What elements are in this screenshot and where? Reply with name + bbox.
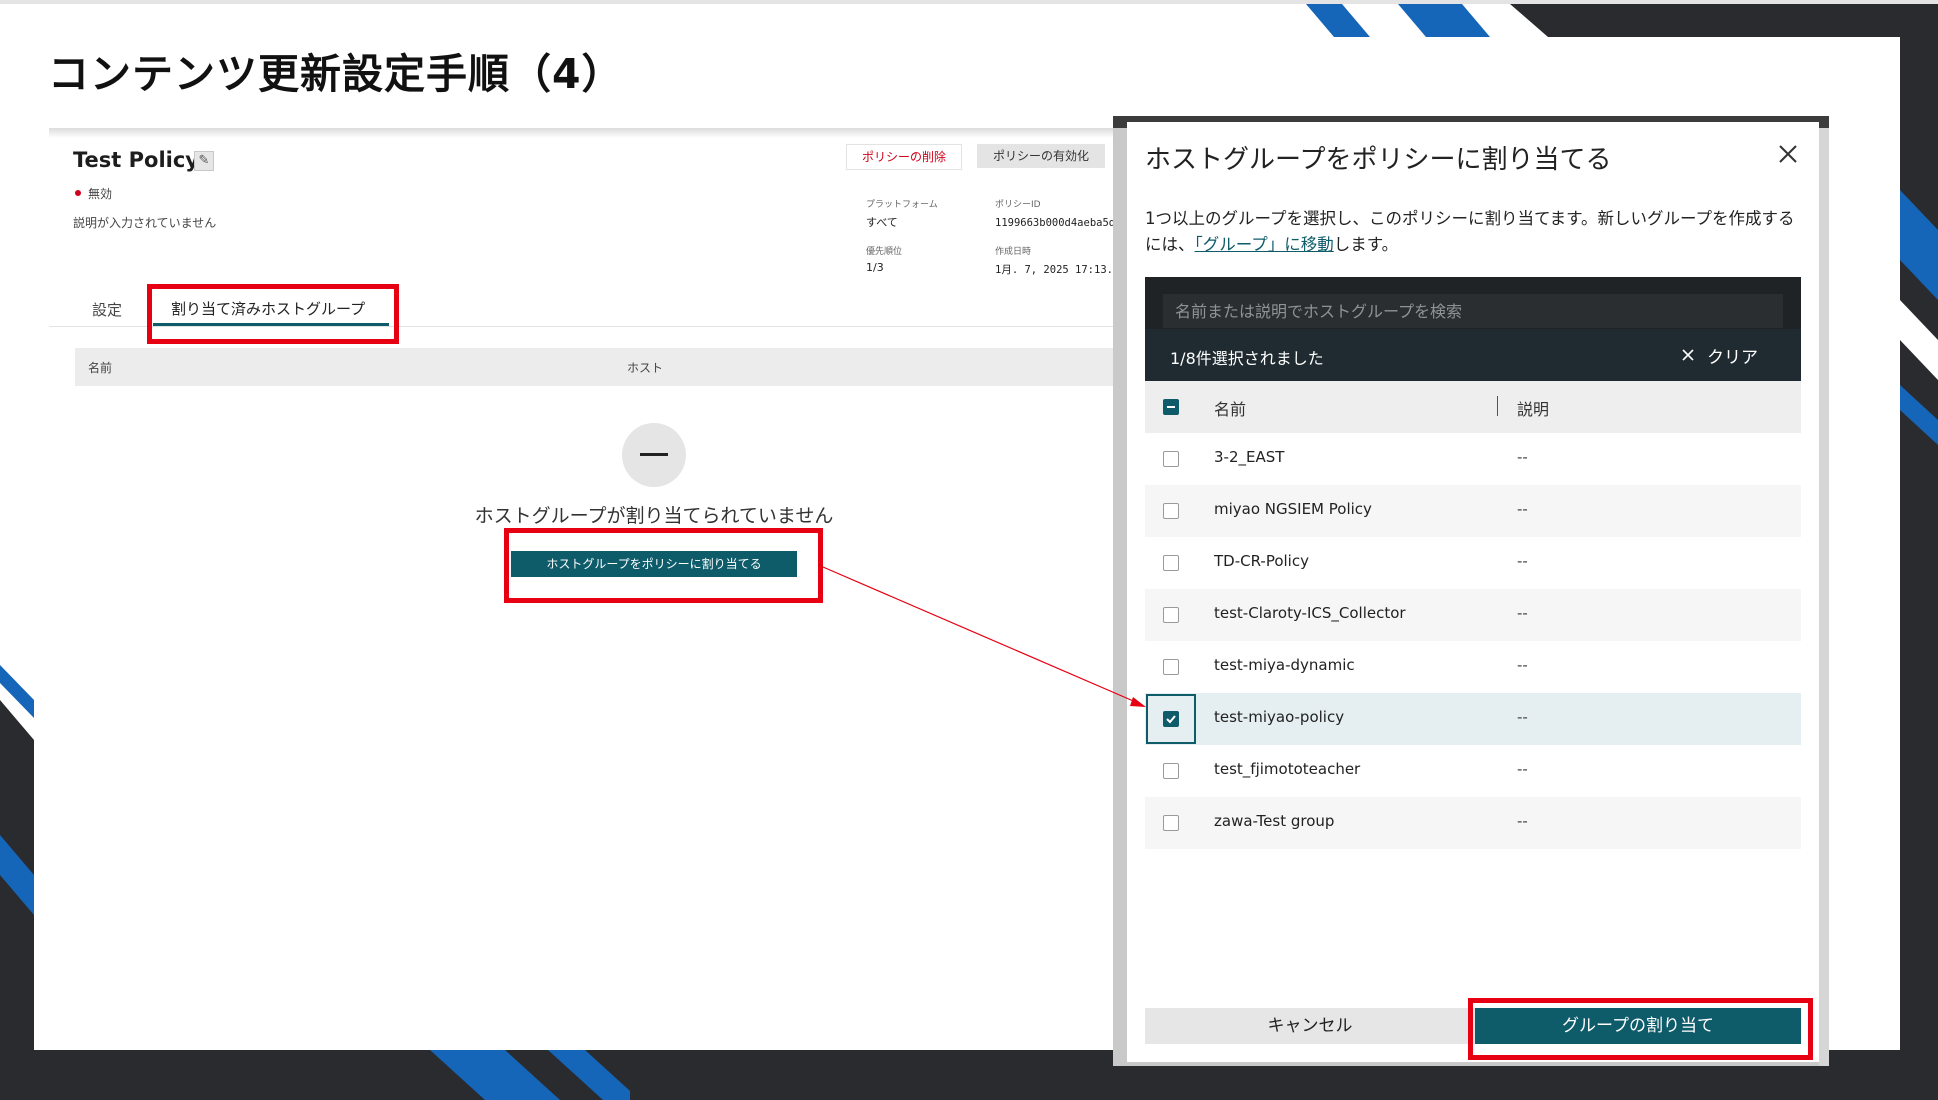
row-checkbox[interactable] (1163, 815, 1179, 831)
list-item[interactable]: TD-CR-Policy -- (1145, 537, 1801, 589)
column-separator (1497, 396, 1498, 416)
row-name: 3-2_EAST (1214, 448, 1285, 466)
stripe-top-2 (1398, 4, 1490, 37)
list-item[interactable]: miyao NGSIEM Policy -- (1145, 485, 1801, 537)
row-checkbox[interactable] (1163, 555, 1179, 571)
slide-title: コンテンツ更新設定手順（4） (48, 50, 624, 98)
list-column-name: 名前 (1214, 400, 1247, 419)
row-name: test-miya-dynamic (1214, 656, 1355, 674)
row-checkbox[interactable] (1163, 659, 1179, 675)
created-label: 作成日時 (995, 247, 1032, 257)
policy-id-value: 1199663b000d4aeba5d2 (995, 217, 1113, 229)
column-header-host: ホスト (627, 361, 664, 375)
row-checkbox[interactable] (1163, 451, 1179, 467)
host-group-search-input[interactable] (1163, 294, 1783, 328)
minus-icon (640, 453, 668, 456)
list-item[interactable]: test-miyao-policy -- (1145, 693, 1801, 745)
frame-right-column (1900, 4, 1938, 1100)
created-value: 1月. 7, 2025 17:13.. (995, 264, 1113, 276)
platform-label: プラットフォーム (866, 200, 938, 210)
select-all-checkbox[interactable] (1163, 399, 1179, 415)
list-item[interactable]: test-miya-dynamic -- (1145, 641, 1801, 693)
row-checkbox[interactable] (1163, 607, 1179, 623)
modal-scrollbar[interactable] (1819, 128, 1829, 1066)
cancel-button[interactable]: キャンセル (1145, 1008, 1475, 1044)
row-name: TD-CR-Policy (1214, 552, 1309, 570)
checkbox-focus-ring (1146, 694, 1196, 744)
groups-link[interactable]: 「グループ」に移動 (1195, 235, 1334, 254)
modal-description-suffix: します。 (1333, 235, 1399, 254)
enable-policy-button[interactable]: ポリシーの有効化 (977, 144, 1105, 168)
row-description: -- (1517, 708, 1528, 726)
row-checkbox[interactable] (1163, 503, 1179, 519)
row-name: test_fjimototeacher (1214, 760, 1361, 778)
clear-x-icon (1682, 349, 1694, 361)
list-item[interactable]: test-Claroty-ICS_Collector -- (1145, 589, 1801, 641)
modal-title: ホストグループをポリシーに割り当てる (1145, 145, 1612, 175)
platform-value: すべて (866, 216, 898, 229)
row-description: -- (1517, 500, 1528, 518)
status-dot-icon (75, 190, 81, 196)
row-description: -- (1517, 656, 1528, 674)
frame-top-band (1510, 4, 1938, 37)
row-name: test-miyao-policy (1214, 708, 1345, 726)
clear-label: クリア (1707, 348, 1758, 368)
row-name: test-Claroty-ICS_Collector (1214, 604, 1406, 622)
row-description: -- (1517, 760, 1528, 778)
close-icon[interactable] (1773, 139, 1803, 169)
policy-page-topbar (49, 128, 1113, 138)
stripe-top-1 (1306, 4, 1370, 37)
row-description: -- (1517, 448, 1528, 466)
tab-settings[interactable]: 設定 (92, 299, 122, 320)
host-group-table-header (75, 348, 1113, 386)
row-description: -- (1517, 552, 1528, 570)
priority-label: 優先順位 (866, 247, 903, 257)
policy-description: 説明が入力されていません (73, 216, 217, 230)
modal-description: 1つ以上のグループを選択し、このポリシーに割り当てます。新しいグループを作成する… (1145, 206, 1805, 258)
edit-pencil-icon[interactable]: ✎ (194, 151, 214, 171)
list-item[interactable]: zawa-Test group -- (1145, 797, 1801, 849)
row-checkbox[interactable] (1163, 763, 1179, 779)
row-description: -- (1517, 812, 1528, 830)
empty-state-message: ホストグループが割り当てられていません (474, 505, 834, 527)
priority-value: 1/3 (866, 261, 884, 274)
policy-status: 無効 (88, 187, 113, 201)
policy-page (49, 128, 1113, 858)
list-column-description: 説明 (1517, 400, 1550, 419)
selection-count: 1/8件選択されました (1170, 349, 1324, 368)
list-item[interactable]: 3-2_EAST -- (1145, 433, 1801, 485)
highlight-box-tab (147, 284, 399, 344)
policy-name: Test Policy (73, 148, 199, 172)
highlight-box-assign-button (504, 528, 823, 603)
policy-id-label: ポリシーID (995, 200, 1041, 210)
indeterminate-icon (1167, 406, 1175, 408)
column-header-name: 名前 (88, 361, 113, 375)
row-name: miyao NGSIEM Policy (1214, 500, 1372, 518)
row-description: -- (1517, 604, 1528, 622)
delete-policy-button[interactable]: ポリシーの削除 (846, 144, 962, 170)
row-name: zawa-Test group (1214, 812, 1335, 830)
list-item[interactable]: test_fjimototeacher -- (1145, 745, 1801, 797)
highlight-box-assign-group (1468, 998, 1813, 1060)
